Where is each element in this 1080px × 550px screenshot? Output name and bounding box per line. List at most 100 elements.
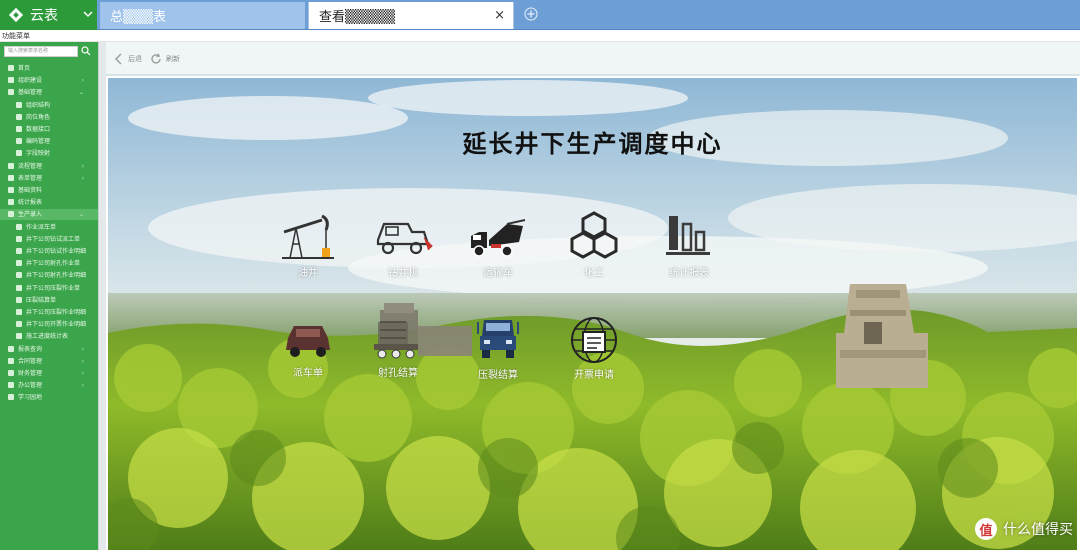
folder-icon [8,199,14,206]
chevron-icon: › [81,357,84,365]
refresh-label: 刷新 [166,55,180,63]
sidebar-item[interactable]: 统计报表 [0,197,98,208]
sidebar-item[interactable]: 组织建设 › [0,75,98,86]
sidebar-item[interactable]: 井下公司钻试作业明细 [0,246,98,257]
sidebar-item[interactable]: 表单管理 › [0,173,98,184]
folder-icon [8,89,14,96]
sidebar-item[interactable]: 财务管理 › [0,368,98,379]
sidebar-item[interactable]: 基础管理 ⌄ [0,87,98,98]
logo-diamond-icon [8,7,24,23]
truck-front-icon [477,320,519,358]
sidebar-search-input[interactable]: 输入搜索表单名称 [4,46,78,57]
document-icon [16,272,22,279]
sidebar-splitter[interactable] [98,42,106,550]
sidebar-item[interactable]: 组织结构 [0,100,98,111]
folder-icon [8,77,14,84]
document-icon [16,296,22,303]
sidebar-item-label: 作业派车单 [26,223,57,231]
tile-oil-well[interactable]: 油井 [263,210,353,290]
globe-document-icon [571,317,617,363]
tile-chemical[interactable]: 化工 [549,210,639,290]
folder-icon [8,211,14,218]
folder-icon [8,162,14,169]
dashboard-canvas: 延长井下生产调度中心 油井 钻井机 运输车 化工 统计报表 派车单 射孔结算 压… [108,78,1077,550]
sidebar-item-label: 报表查询 [18,345,43,353]
tab-bar: 云表 总▒▒▒表 查看▒▒▒▒▒ × [0,0,1080,30]
sidebar-item-label: 财务管理 [18,370,43,377]
bar-chart-icon [666,216,710,255]
sidebar-item-label: 基础资料 [18,187,43,194]
sidebar-item-label: 井下公司射孔作业明细 [26,272,87,280]
document-icon [16,126,22,132]
search-icon[interactable] [81,46,91,56]
chevron-icon: › [81,174,84,182]
content-toolbar: 后退 刷新 [106,42,1080,76]
sidebar-item[interactable]: 合同管理 › [0,356,98,367]
sidebar-item-label: 井下公司压裂作业单 [26,284,81,292]
document-icon [16,101,22,108]
tile-drilling-rig[interactable]: 钻井机 [358,210,448,290]
sidebar-item[interactable]: 井下公司射孔作业单 [0,258,98,269]
sidebar-item[interactable]: 字段映射 [0,148,98,159]
tile-label: 钻井机 [388,268,418,279]
watermark-text: 什么值得买 [1003,522,1073,538]
sidebar-item[interactable]: 办公管理 › [0,380,98,391]
document-icon [16,150,22,157]
folder-icon [8,187,14,193]
sidebar-item[interactable]: 数据接口 [0,124,98,135]
document-icon [16,333,22,340]
back-label: 后退 [128,55,142,63]
sidebar-item[interactable]: 井下公司射孔作业明细 [0,270,98,281]
tile-label: 统计报表 [669,268,709,279]
tile-perforation-settlement[interactable]: 射孔结算 [353,314,443,394]
add-tab-icon[interactable] [524,7,538,21]
sidebar-item-label: 字段映射 [26,150,51,158]
folder-icon [8,357,14,364]
app-logo[interactable]: 云表 [0,0,97,30]
document-icon [16,321,22,328]
sidebar-item[interactable]: 首页 [0,63,98,74]
refresh-button[interactable]: 刷新 [150,52,180,66]
sidebar-item[interactable]: 井下公司开票作业明细 [0,319,98,330]
folder-icon [8,370,14,376]
sidebar-item[interactable]: 编码管理 [0,136,98,147]
logo-text: 云表 [30,8,58,24]
tab-view-active[interactable]: 查看▒▒▒▒▒ × [308,2,514,29]
sidebar-item[interactable]: 岗位角色 [0,112,98,123]
tab-summary[interactable]: 总▒▒▒表 [100,2,305,29]
oil-pump-icon [282,214,334,259]
tile-invoice-request[interactable]: 开票申请 [549,316,639,396]
document-icon [16,260,22,267]
close-tab-icon[interactable]: × [494,8,505,23]
chevron-down-icon[interactable] [83,9,93,19]
sidebar-item[interactable]: 井下公司压裂作业明细 [0,307,98,318]
chevron-icon: › [81,162,84,170]
sidebar-item-label: 合同管理 [18,357,43,365]
sidebar-item[interactable]: 井下公司压裂作业单 [0,283,98,294]
sidebar-item[interactable]: 基础资料 [0,185,98,196]
watermark: 值 什么值得买 [975,518,1073,540]
tile-statistics[interactable]: 统计报表 [644,210,734,290]
tile-transport[interactable]: 运输车 [453,210,543,290]
sidebar-item-label: 表单管理 [18,174,43,182]
sidebar-item-label: 井下公司钻试作业明细 [26,248,87,255]
sidebar-item[interactable]: 作业派车单 [0,222,98,233]
sidebar-item[interactable]: 压裂结算单 [0,295,98,306]
chevron-icon: › [81,345,84,353]
sidebar-item[interactable]: 施工进度统计表 [0,331,98,342]
folder-icon [8,345,14,352]
sidebar-item[interactable]: 学习园地 [0,392,98,403]
sidebar-item[interactable]: 井下公司钻试派工单 [0,234,98,245]
sidebar-item-label: 编码管理 [26,138,51,146]
folder-icon [8,382,14,389]
tile-fracturing-settlement[interactable]: 压裂结算 [453,316,543,396]
sidebar-item[interactable]: 生产录入 ⌄ [0,209,98,221]
tile-dispatch-order[interactable]: 派车单 [263,318,353,398]
sidebar-item[interactable]: 流程管理 › [0,161,98,172]
back-button[interactable]: 后退 [114,52,142,66]
tile-label: 派车单 [293,368,323,379]
sidebar-item-label: 生产录入 [18,211,43,219]
harvester-icon [376,222,433,255]
sidebar-item[interactable]: 报表查询 › [0,344,98,355]
folder-icon [8,174,14,181]
